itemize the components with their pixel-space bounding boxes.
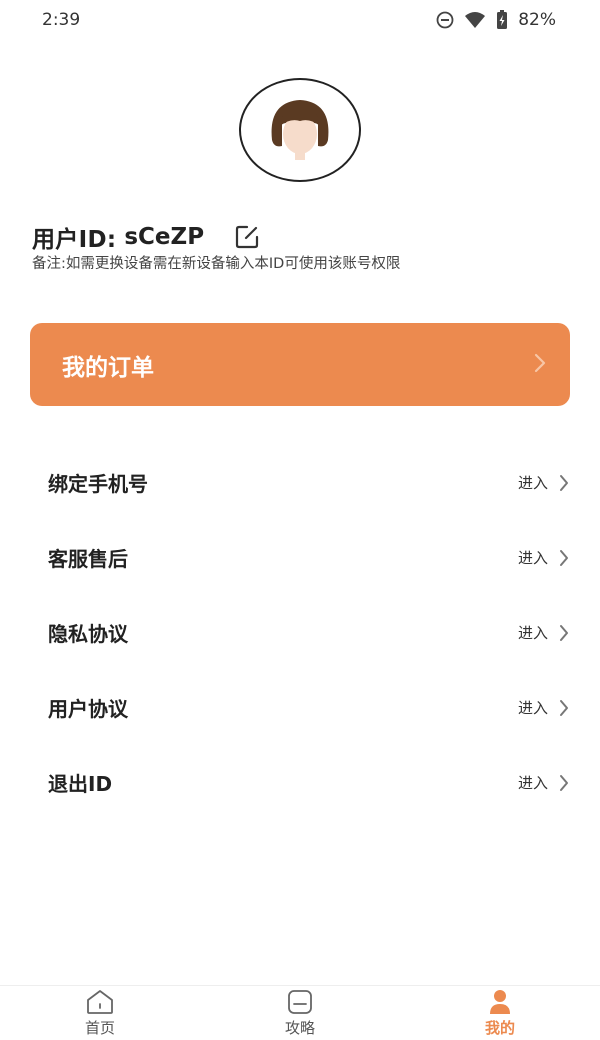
menu-item-label: 用户协议 [48,697,128,721]
my-orders-label: 我的订单 [62,354,154,381]
enter-label: 进入 [517,624,548,642]
guide-icon [288,989,312,1014]
settings-menu: 绑定手机号 进入 客服售后 进入 隐私协议 进入 用户协议 进入 退出ID 进入 [0,445,600,820]
status-bar: 2:39 82% [0,0,600,40]
menu-item-label: 退出ID [48,772,113,796]
girl-avatar-icon [271,100,329,160]
chevron-right-icon [560,474,568,491]
enter-label: 进入 [517,474,548,492]
avatar[interactable] [239,78,361,182]
my-page-screen: 2:39 82% 用户ID: sCeZP 备注:如需更换设备需在新设备输入本ID… [0,0,600,1040]
chevron-right-icon [560,624,568,641]
tab-home[interactable]: 首页 [40,989,160,1038]
tab-guide-label: 攻略 [284,1018,315,1037]
chevron-right-icon [560,699,568,716]
enter-label: 进入 [517,699,548,717]
user-id-row: 用户ID: sCeZP [32,220,262,254]
enter-label: 进入 [517,774,548,792]
chevron-right-icon [532,351,548,379]
battery-percent: 82% [518,10,556,30]
menu-item-user-agreement[interactable]: 用户协议 进入 [0,670,600,745]
user-id-value: sCeZP [124,224,205,250]
chevron-right-icon [560,774,568,791]
enter-label: 进入 [517,549,548,567]
wifi-icon [464,11,486,29]
menu-item-label: 绑定手机号 [48,472,148,496]
bottom-nav: 首页 攻略 我的 [0,985,600,1040]
device-remark: 备注:如需更换设备需在新设备输入本ID可使用该账号权限 [32,256,401,272]
menu-item-privacy-policy[interactable]: 隐私协议 进入 [0,595,600,670]
user-id-label: 用户ID: [32,227,117,253]
chevron-right-icon [560,549,568,566]
home-icon [87,989,113,1014]
battery-icon [496,10,508,30]
user-icon [490,989,510,1014]
tab-home-label: 首页 [84,1018,115,1037]
edit-icon[interactable] [232,222,262,252]
menu-item-label: 客服售后 [48,547,128,571]
menu-item-logout-id[interactable]: 退出ID 进入 [0,745,600,820]
tab-mine[interactable]: 我的 [440,989,560,1038]
menu-item-bind-phone[interactable]: 绑定手机号 进入 [0,445,600,520]
my-orders-button[interactable]: 我的订单 [30,323,570,406]
menu-item-label: 隐私协议 [48,622,128,646]
menu-item-customer-service[interactable]: 客服售后 进入 [0,520,600,595]
tab-mine-label: 我的 [484,1018,515,1037]
status-time: 2:39 [42,10,81,30]
do-not-disturb-icon [436,11,454,29]
status-icons: 82% [436,10,556,30]
tab-guide[interactable]: 攻略 [240,989,360,1038]
